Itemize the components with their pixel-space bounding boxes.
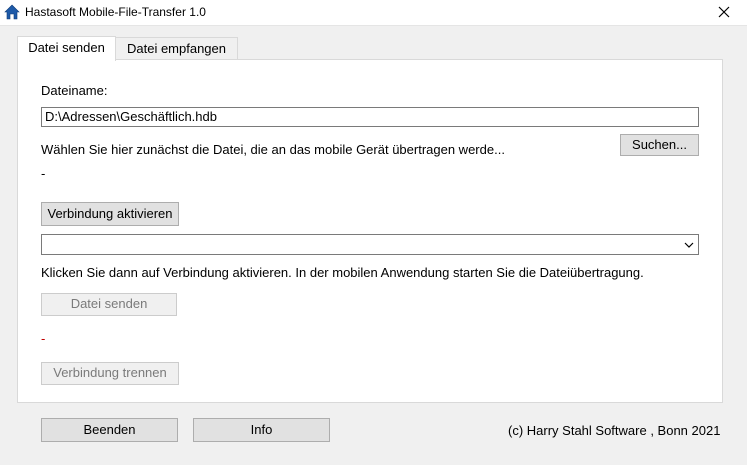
title-bar: Hastasoft Mobile-File-Transfer 1.0 [0, 0, 747, 26]
file-instruction-text: Wählen Sie hier zunächst die Datei, die … [41, 142, 505, 157]
info-button[interactable]: Info [193, 418, 330, 442]
filename-field[interactable]: D:\Adressen\Geschäftlich.hdb [41, 107, 699, 127]
search-button[interactable]: Suchen... [620, 134, 699, 156]
close-icon [718, 6, 730, 18]
status-text-2: - [41, 331, 46, 346]
copyright-text: (c) Harry Stahl Software , Bonn 2021 [508, 423, 721, 438]
window-title: Hastasoft Mobile-File-Transfer 1.0 [25, 5, 206, 19]
close-button[interactable] [701, 0, 747, 25]
tab-datei-senden[interactable]: Datei senden [17, 36, 116, 61]
chevron-down-icon [684, 242, 694, 248]
tab-panel-send: Dateiname: D:\Adressen\Geschäftlich.hdb … [17, 59, 723, 403]
send-file-button[interactable]: Datei senden [41, 293, 177, 316]
home-icon [4, 4, 20, 20]
filename-label: Dateiname: [41, 83, 108, 98]
status-text-1: - [41, 166, 46, 181]
tab-datei-empfangen[interactable]: Datei empfangen [115, 37, 238, 60]
connection-select[interactable] [41, 234, 699, 255]
quit-button[interactable]: Beenden [41, 418, 178, 442]
disconnect-button[interactable]: Verbindung trennen [41, 362, 179, 385]
connect-instruction-text: Klicken Sie dann auf Verbindung aktivier… [41, 265, 644, 280]
activate-connection-button[interactable]: Verbindung aktivieren [41, 202, 179, 226]
